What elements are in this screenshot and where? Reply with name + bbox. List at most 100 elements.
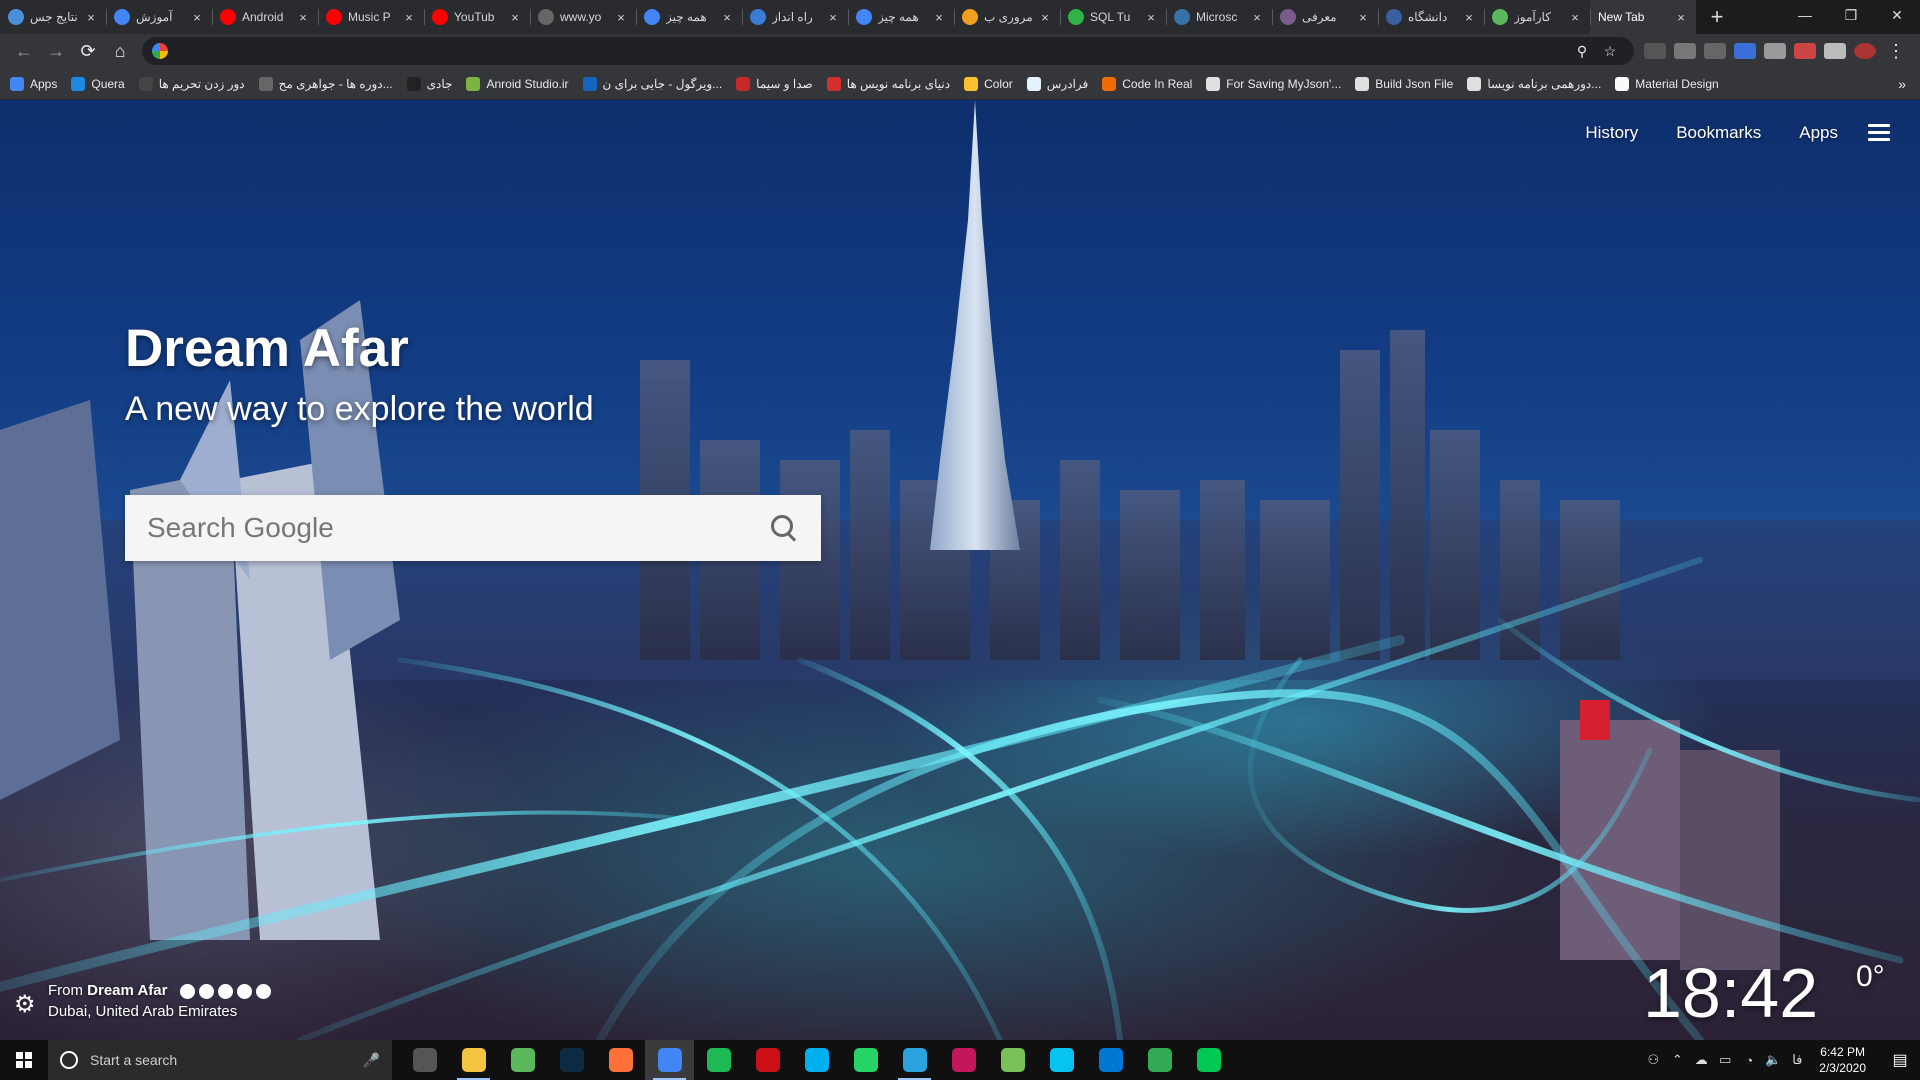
home-button[interactable]: ⌂ (104, 37, 136, 65)
zoom-icon[interactable]: ⚲ (1568, 43, 1596, 60)
temperature[interactable]: 0° (1856, 960, 1885, 994)
tab-close-icon[interactable]: × (1038, 10, 1052, 25)
browser-tab[interactable]: New Tab × (1590, 0, 1696, 34)
webstorm-taskbar-button[interactable] (1037, 1040, 1086, 1080)
settings-gear-icon[interactable]: ⚙ (14, 990, 40, 1018)
show-hidden-icons-icon[interactable]: ⌃ (1665, 1052, 1689, 1068)
tab-close-icon[interactable]: × (720, 10, 734, 25)
bookmark-item[interactable]: Quera (71, 76, 125, 91)
bookmark-item[interactable]: دورهمی برنامه نویسا... (1467, 76, 1601, 91)
whatsapp-taskbar-button[interactable] (841, 1040, 890, 1080)
tab-close-icon[interactable]: × (1144, 10, 1158, 25)
bookmark-star-icon[interactable]: ☆ (1596, 43, 1624, 60)
credit-brand[interactable]: Dream Afar (87, 982, 167, 999)
tab-close-icon[interactable]: × (84, 10, 98, 25)
bookmark-item[interactable]: ویرگول - جایی برای ن... (582, 76, 722, 91)
address-bar[interactable]: ⚲ ☆ (142, 37, 1634, 65)
browser-tab[interactable]: همه چیز × (848, 0, 954, 34)
search-input[interactable] (147, 512, 769, 544)
file-explorer-taskbar-button[interactable] (449, 1040, 498, 1080)
telegram-green-taskbar-button[interactable] (498, 1040, 547, 1080)
maximize-button[interactable]: ❐ (1828, 0, 1874, 30)
bookmark-item[interactable]: فرادرس (1026, 76, 1088, 91)
browser-tab[interactable]: همه چیز × (636, 0, 742, 34)
bookmark-item[interactable]: Code In Real (1102, 76, 1192, 91)
bookmark-item[interactable]: Anroid Studio.ir (466, 76, 569, 91)
intellij-taskbar-button[interactable] (939, 1040, 988, 1080)
extension-icon[interactable] (1794, 43, 1816, 59)
telegram-taskbar-button[interactable] (890, 1040, 939, 1080)
battery-icon[interactable]: ▭ (1713, 1052, 1737, 1068)
tab-close-icon[interactable]: × (296, 10, 310, 25)
firefox-taskbar-button[interactable] (596, 1040, 645, 1080)
opera-taskbar-button[interactable] (743, 1040, 792, 1080)
bookmark-item[interactable]: جادی (406, 76, 452, 91)
browser-tab[interactable]: راه انداز × (742, 0, 848, 34)
bookmark-item[interactable]: For Saving MyJson'... (1206, 76, 1341, 91)
bookmarks-link[interactable]: Bookmarks (1676, 123, 1761, 143)
bookmark-item[interactable]: Apps (10, 76, 57, 91)
tab-close-icon[interactable]: × (190, 10, 204, 25)
browser-tab[interactable]: Microsc × (1166, 0, 1272, 34)
browser-tab[interactable]: SQL Tu × (1060, 0, 1166, 34)
extension-icon[interactable] (1644, 43, 1666, 59)
browser-menu-button[interactable]: ⋮ (1880, 37, 1912, 65)
input-language-indicator[interactable]: فا (1785, 1052, 1809, 1068)
bookmark-item[interactable]: دور زدن تحریم ها (138, 76, 245, 91)
photo-location[interactable]: Dubai, United Arab Emirates (48, 1003, 275, 1020)
bookmark-item[interactable]: دنیای برنامه نویس ها (826, 76, 950, 91)
browser-tab[interactable]: Music P × (318, 0, 424, 34)
media-extension-icon[interactable] (1824, 43, 1846, 59)
history-link[interactable]: History (1585, 123, 1638, 143)
android-studio-taskbar-button[interactable] (988, 1040, 1037, 1080)
microphone-icon[interactable]: 🎤 (363, 1052, 380, 1069)
pinterest-icon[interactable] (198, 983, 214, 999)
skype-taskbar-button[interactable] (792, 1040, 841, 1080)
google-plus-icon[interactable] (255, 983, 271, 999)
tab-close-icon[interactable]: × (614, 10, 628, 25)
extension-icon[interactable] (1674, 43, 1696, 59)
new-tab-button[interactable]: + (1702, 2, 1732, 32)
bookmark-item[interactable]: Color (964, 76, 1013, 91)
tab-close-icon[interactable]: × (1462, 10, 1476, 25)
action-center-icon[interactable]: ▤ (1880, 1050, 1920, 1070)
extension-icon[interactable] (1704, 43, 1726, 59)
reload-button[interactable]: ⟳ (72, 37, 104, 65)
start-button[interactable] (0, 1040, 48, 1080)
tab-close-icon[interactable]: × (508, 10, 522, 25)
browser-tab[interactable]: آموزش × (106, 0, 212, 34)
browser-tab[interactable]: نتایج جس × (0, 0, 106, 34)
browser-tab[interactable]: www.yo × (530, 0, 636, 34)
back-button[interactable]: ← (8, 37, 40, 65)
extension-icon[interactable] (1764, 43, 1786, 59)
tab-close-icon[interactable]: × (1356, 10, 1370, 25)
chrome-dev-taskbar-button[interactable] (1135, 1040, 1184, 1080)
bookmark-item[interactable]: صدا و سیما (736, 76, 813, 91)
tab-close-icon[interactable]: × (402, 10, 416, 25)
bookmarks-overflow-button[interactable]: » (1898, 76, 1906, 92)
browser-tab[interactable]: Android × (212, 0, 318, 34)
apps-link[interactable]: Apps (1799, 123, 1838, 143)
profile-avatar[interactable] (1854, 43, 1876, 59)
search-icon[interactable] (769, 513, 799, 543)
people-icon[interactable]: ⚇ (1641, 1052, 1665, 1068)
minimize-button[interactable]: — (1782, 0, 1828, 30)
spotify-taskbar-button[interactable] (694, 1040, 743, 1080)
close-window-button[interactable]: ✕ (1874, 0, 1920, 30)
tab-close-icon[interactable]: × (1674, 10, 1688, 25)
browser-tab[interactable]: دانشگاه × (1378, 0, 1484, 34)
tab-close-icon[interactable]: × (1568, 10, 1582, 25)
task-view-taskbar-button[interactable] (400, 1040, 449, 1080)
browser-tab[interactable]: YouTub × (424, 0, 530, 34)
browser-tab[interactable]: معرفی × (1272, 0, 1378, 34)
network-icon[interactable]: ◔ (1737, 1053, 1761, 1068)
hamburger-menu-icon[interactable] (1868, 120, 1890, 145)
onedrive-icon[interactable]: ☁ (1689, 1052, 1713, 1068)
chrome-taskbar-button[interactable] (645, 1040, 694, 1080)
download-icon[interactable] (179, 983, 195, 999)
bookmark-item[interactable]: Material Design (1615, 76, 1719, 91)
browser-tab[interactable]: مروری ب × (954, 0, 1060, 34)
mint-app-taskbar-button[interactable] (1184, 1040, 1233, 1080)
bookmark-item[interactable]: دوره ها - جواهری مح... (258, 76, 393, 91)
bookmark-item[interactable]: Build Json File (1355, 76, 1453, 91)
